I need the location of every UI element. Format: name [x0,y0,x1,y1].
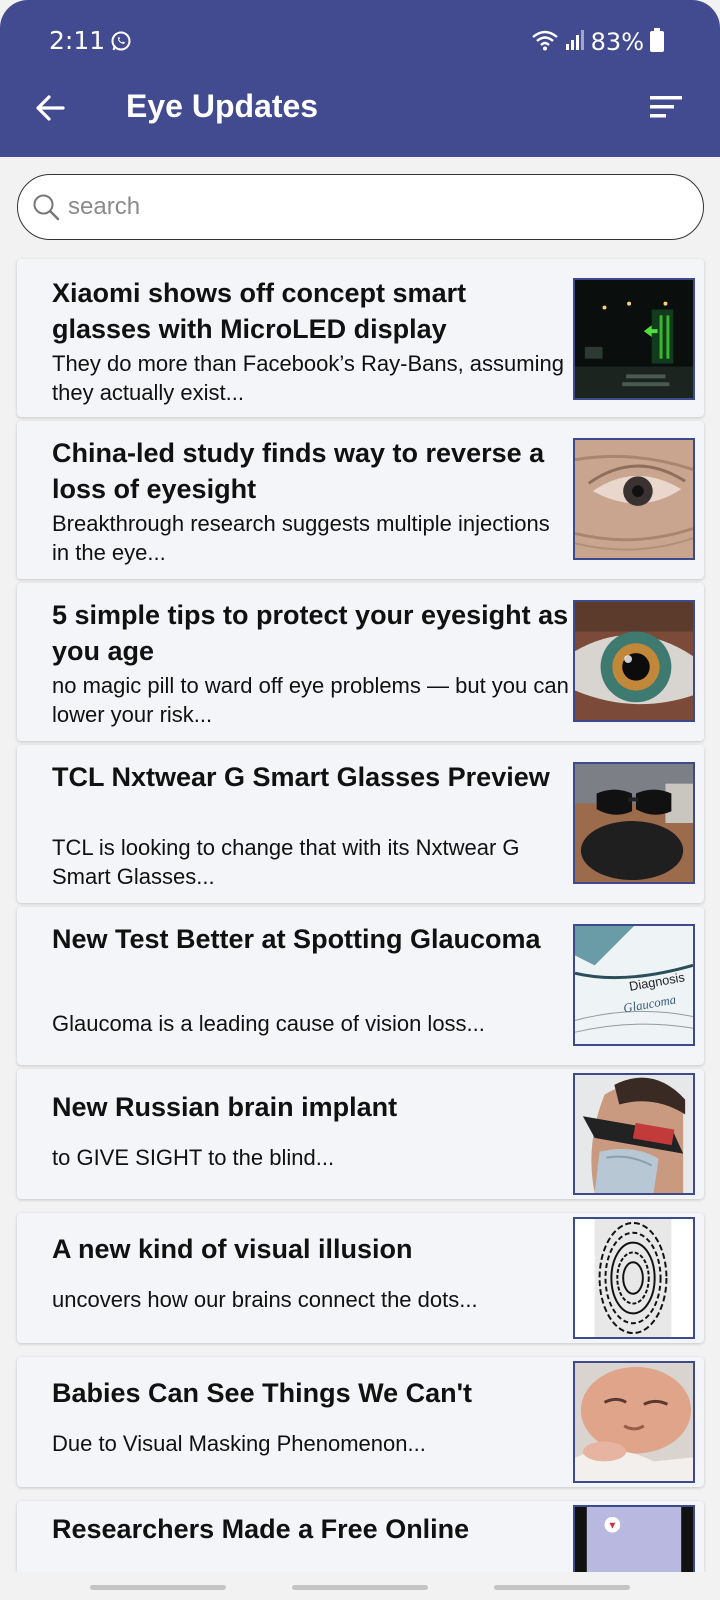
navigation-bar [0,1572,720,1600]
signal-icon [565,29,585,56]
article-card[interactable]: China-led study finds way to reverse a l… [17,421,704,579]
brain-implant-man-image [575,1075,693,1193]
baby-face-image [575,1363,693,1481]
article-description: no magic pill to ward off eye problems —… [52,673,569,727]
article-description: uncovers how our brains connect the dots… [52,1287,478,1312]
article-thumbnail [573,600,695,722]
status-icons: 83% [531,27,664,57]
article-title: A new kind of visual illusion [52,1234,413,1264]
article-title: New Test Better at Spotting Glaucoma [52,924,541,954]
article-card[interactable]: 5 simple tips to protect your eyesight a… [17,583,704,741]
article-description: TCL is looking to change that with its N… [52,835,520,889]
article-title: New Russian brain implant [52,1092,398,1122]
article-title: 5 simple tips to protect your eyesight a… [52,600,569,666]
article-thumbnail [573,1217,695,1339]
whatsapp-icon [110,30,132,52]
article-thumbnail [573,1073,695,1195]
smart-glasses-scene-image [575,280,693,398]
status-bar: 2:11 83% [0,0,720,84]
article-description: They do more than Facebook’s Ray-Bans, a… [52,351,564,405]
article-title: TCL Nxtwear G Smart Glasses Preview [52,762,550,792]
article-title: China-led study finds way to reverse a l… [52,438,545,504]
search-input[interactable] [68,187,668,227]
back-arrow-icon[interactable] [32,90,68,126]
article-card[interactable]: Xiaomi shows off concept smart glasses w… [17,259,704,417]
status-time: 2:11 [49,26,106,55]
article-thumbnail [573,278,695,400]
visual-illusion-image [575,1219,693,1337]
glaucoma-diagnosis-image: DiagnosisGlaucoma [575,926,693,1044]
battery-percent: 83% [590,28,644,56]
nav-recents-handle[interactable] [90,1585,226,1590]
smart-glasses-case-image [575,764,693,882]
page-title: Eye Updates [126,88,319,124]
article-title: Xiaomi shows off concept smart glasses w… [52,278,467,344]
search-bar[interactable] [17,174,704,240]
article-card[interactable]: New Test Better at Spotting Glaucoma Gla… [17,907,704,1065]
nav-back-handle[interactable] [494,1585,630,1590]
article-card[interactable]: TCL Nxtwear G Smart Glasses Preview TCL … [17,745,704,903]
article-description: to GIVE SIGHT to the blind... [52,1145,335,1170]
article-description: Due to Visual Masking Phenomenon... [52,1431,426,1456]
toolbar: Eye Updates [0,84,720,157]
battery-icon [650,27,664,57]
article-card[interactable]: A new kind of visual illusion uncovers h… [17,1213,704,1343]
wifi-icon [531,29,559,56]
article-thumbnail: Diagnosis Glaucoma [573,924,695,1046]
sort-icon[interactable] [648,92,684,122]
article-title: Babies Can See Things We Can't [52,1378,473,1408]
nav-home-handle[interactable] [292,1585,428,1590]
article-description: Glaucoma is a leading cause of vision lo… [52,1011,485,1036]
elderly-eye-image [575,440,693,558]
search-icon [32,193,60,221]
article-thumbnail [573,438,695,560]
app-bar: 2:11 83% Eye Updates [0,0,720,157]
article-title: Researchers Made a Free Online [52,1514,470,1544]
article-card[interactable]: Babies Can See Things We Can't Due to Vi… [17,1357,704,1487]
article-card[interactable]: New Russian brain implant to GIVE SIGHT … [17,1069,704,1199]
eye-closeup-image [575,602,693,720]
article-thumbnail [573,1361,695,1483]
article-description: Breakthrough research suggests multiple … [52,511,550,565]
article-thumbnail [573,762,695,884]
